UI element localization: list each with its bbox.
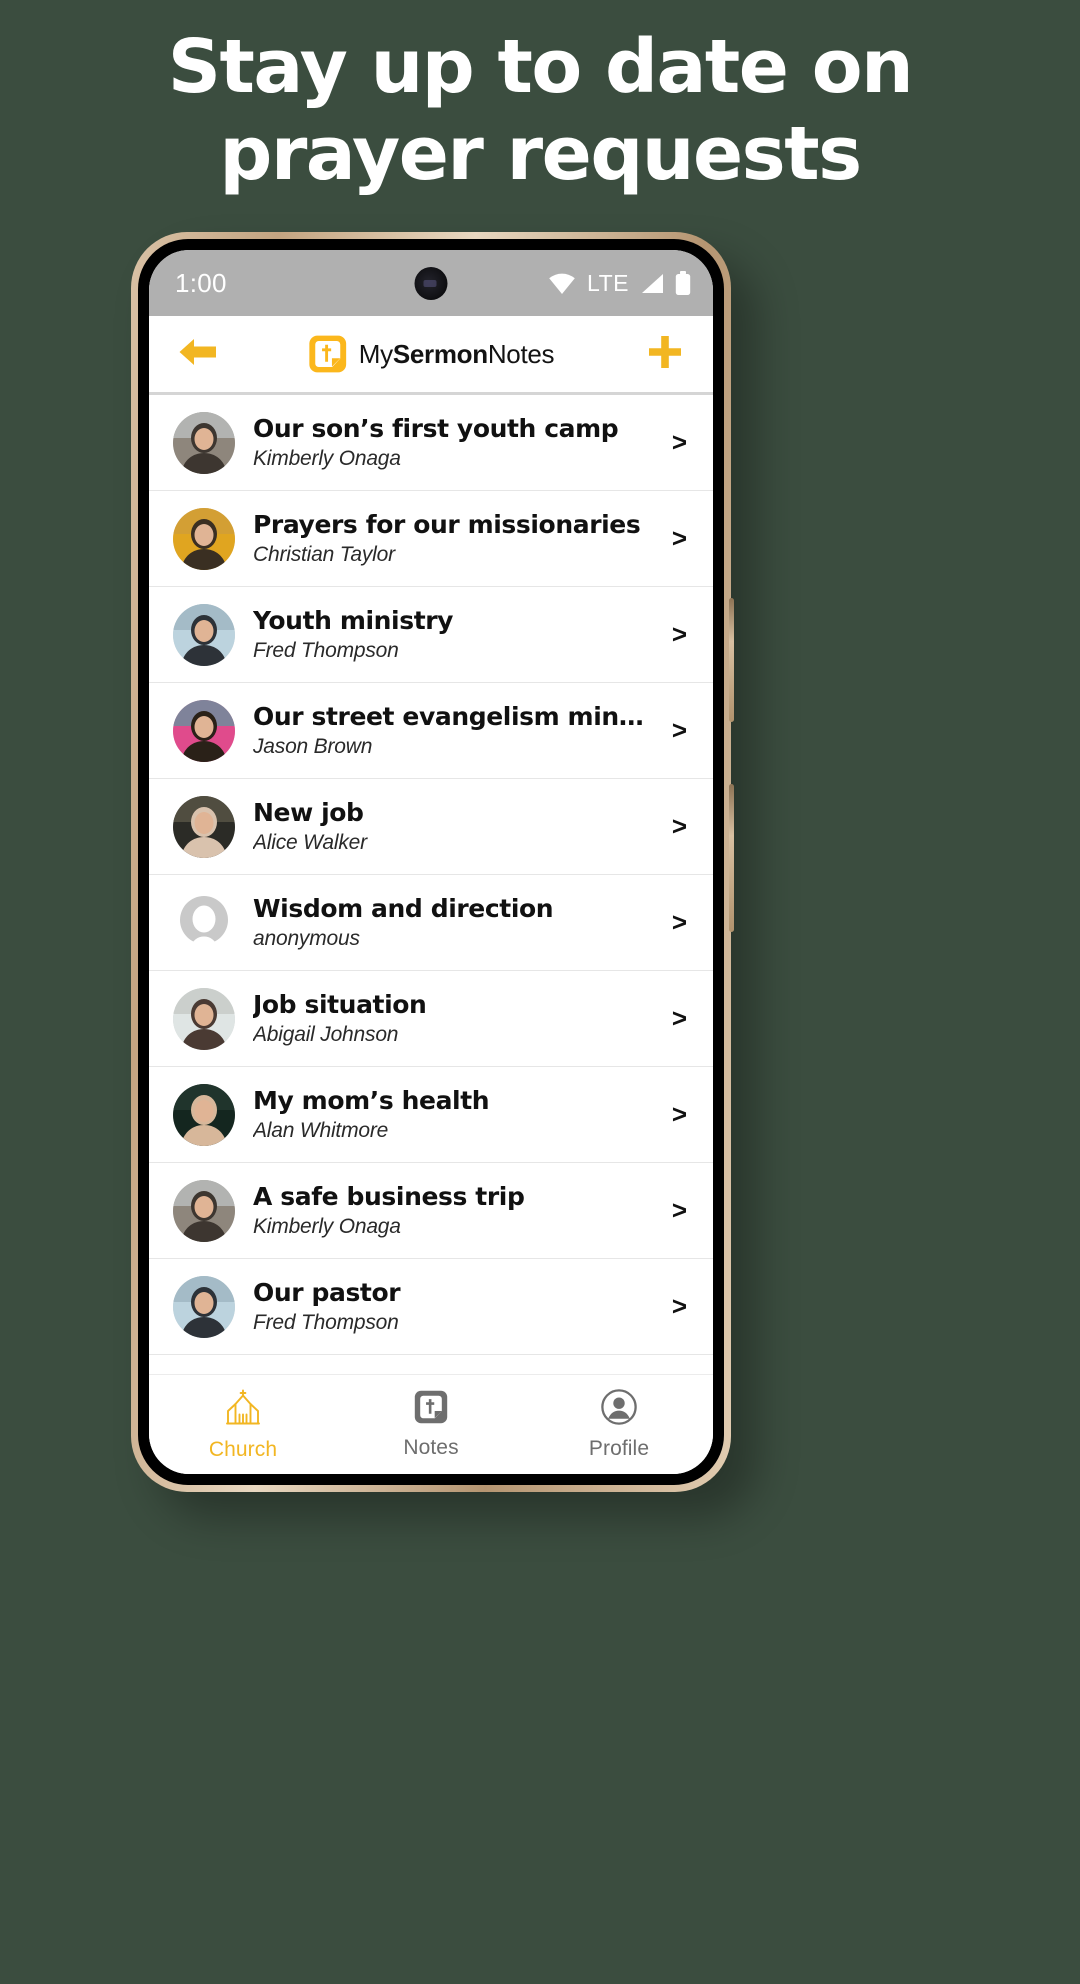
prayer-request-title: New job [253, 798, 364, 827]
phone-screen: 1:00 LTE MySermonNotes Our son’s first y… [149, 250, 713, 1474]
promo-screenshot: Stay up to date on prayer requests 1:00 … [0, 0, 1080, 1984]
prayer-request-row[interactable]: Prayers for our missionaries Christian Ta… [149, 491, 713, 587]
bottom-navigation: Church Notes Profile [149, 1374, 713, 1474]
add-prayer-request-button[interactable] [643, 332, 687, 376]
row-text: A safe business trip Kimberly Onaga [253, 1182, 646, 1239]
prayer-request-row[interactable]: Our street evangelism ministry Jason Brow… [149, 683, 713, 779]
prayer-request-title: A safe business trip [253, 1182, 525, 1211]
battery-icon [675, 270, 691, 296]
row-text: Youth ministry Fred Thompson [253, 606, 646, 663]
back-button[interactable] [175, 331, 221, 377]
status-bar: 1:00 LTE [149, 250, 713, 316]
prayer-request-row[interactable]: Our pastor Fred Thompson > [149, 1259, 713, 1355]
prayer-request-row[interactable]: New job Alice Walker > [149, 779, 713, 875]
prayer-request-row[interactable]: My mom’s health Alan Whitmore > [149, 1067, 713, 1163]
chevron-right-icon[interactable]: > [664, 1003, 687, 1034]
avatar [173, 411, 235, 474]
arrow-left-icon [178, 335, 218, 374]
prayer-request-title: Our street evangelism ministry [253, 702, 646, 731]
prayer-request-list[interactable]: Our son’s first youth camp Kimberly Onaga… [149, 392, 713, 1374]
avatar [173, 795, 235, 858]
nav-item-notes[interactable]: Notes [337, 1389, 525, 1460]
row-text: Job situation Abigail Johnson [253, 990, 646, 1047]
mysermonnotes-logo-icon [308, 334, 348, 374]
row-text: New job Alice Walker [253, 798, 646, 855]
volume-button[interactable] [729, 598, 734, 722]
status-time: 1:00 [175, 267, 227, 298]
prayer-request-title: Wisdom and direction [253, 894, 554, 923]
power-button[interactable] [729, 784, 734, 932]
chevron-right-icon[interactable]: > [664, 523, 687, 554]
prayer-request-title: My mom’s health [253, 1086, 490, 1115]
prayer-request-title: Our pastor [253, 1278, 401, 1307]
row-text: Our son’s first youth camp Kimberly Onaga [253, 414, 646, 471]
chevron-right-icon[interactable]: > [664, 811, 687, 842]
avatar [173, 603, 235, 666]
avatar [173, 1083, 235, 1146]
chevron-right-icon[interactable]: > [664, 1099, 687, 1130]
notes-icon [413, 1389, 449, 1430]
plus-icon [647, 334, 683, 375]
prayer-request-author: Kimberly Onaga [253, 1215, 401, 1238]
chevron-right-icon[interactable]: > [664, 619, 687, 650]
prayer-request-row[interactable]: A safe business trip Kimberly Onaga > [149, 1163, 713, 1259]
chevron-right-icon[interactable]: > [664, 1195, 687, 1226]
prayer-request-row[interactable]: Job situation Abigail Johnson > [149, 971, 713, 1067]
prayer-request-author: Jason Brown [253, 735, 373, 758]
avatar [173, 507, 235, 570]
row-text: Prayers for our missionaries Christian Ta… [253, 510, 646, 567]
avatar [173, 891, 235, 954]
prayer-request-row[interactable]: Youth ministry Fred Thompson > [149, 587, 713, 683]
prayer-request-author: Alan Whitmore [253, 1119, 389, 1142]
chevron-right-icon[interactable]: > [664, 1291, 687, 1322]
prayer-request-row[interactable]: Wisdom and direction anonymous > [149, 875, 713, 971]
nav-item-label: Church [208, 1438, 278, 1461]
nav-item-label: Profile [588, 1437, 650, 1460]
prayer-request-title: Our son’s first youth camp [253, 414, 619, 443]
prayer-request-author: Abigail Johnson [253, 1023, 399, 1046]
row-text: Our street evangelism ministry Jason Brow… [253, 702, 646, 759]
network-label: LTE [587, 269, 629, 296]
avatar [173, 987, 235, 1050]
prayer-request-title: Youth ministry [253, 606, 454, 635]
signal-icon [640, 273, 664, 294]
prayer-request-author: Alice Walker [253, 831, 367, 854]
row-text: Wisdom and direction anonymous [253, 894, 646, 951]
church-icon [223, 1387, 263, 1432]
headline-line-2: prayer requests [219, 111, 862, 198]
profile-icon [600, 1388, 638, 1431]
app-bar: MySermonNotes [149, 316, 713, 392]
nav-item-church[interactable]: Church [149, 1387, 337, 1462]
chevron-right-icon[interactable]: > [664, 715, 687, 746]
brand-bold: Sermon [392, 338, 488, 369]
prayer-request-row[interactable]: Our son’s first youth camp Kimberly Onaga… [149, 395, 713, 491]
phone-frame: 1:00 LTE MySermonNotes Our son’s first y… [131, 232, 734, 1492]
brand-suffix: Notes [487, 338, 555, 369]
prayer-request-author: anonymous [253, 927, 360, 950]
nav-item-label: Notes [403, 1436, 459, 1459]
avatar [173, 1275, 235, 1338]
front-camera-icon [414, 267, 448, 300]
brand-prefix: My [358, 338, 393, 369]
brand-text: MySermonNotes [359, 339, 555, 370]
headline-line-1: Stay up to date on [167, 24, 914, 110]
promo-headline: Stay up to date on prayer requests [0, 24, 1080, 199]
status-icons: LTE [548, 270, 691, 297]
prayer-request-author: Kimberly Onaga [253, 447, 401, 470]
chevron-right-icon[interactable]: > [664, 427, 687, 458]
prayer-request-title: Job situation [253, 990, 427, 1019]
avatar [173, 699, 235, 762]
prayer-request-title: Prayers for our missionaries [253, 510, 641, 539]
avatar [173, 1179, 235, 1242]
nav-item-profile[interactable]: Profile [525, 1388, 713, 1461]
chevron-right-icon[interactable]: > [664, 907, 687, 938]
row-text: Our pastor Fred Thompson [253, 1278, 646, 1335]
prayer-request-author: Fred Thompson [253, 1311, 399, 1334]
prayer-request-author: Christian Taylor [253, 543, 395, 566]
brand: MySermonNotes [308, 334, 555, 374]
prayer-request-author: Fred Thompson [253, 639, 399, 662]
phone-bezel: 1:00 LTE MySermonNotes Our son’s first y… [138, 239, 724, 1485]
wifi-icon [548, 273, 576, 294]
row-text: My mom’s health Alan Whitmore [253, 1086, 646, 1143]
